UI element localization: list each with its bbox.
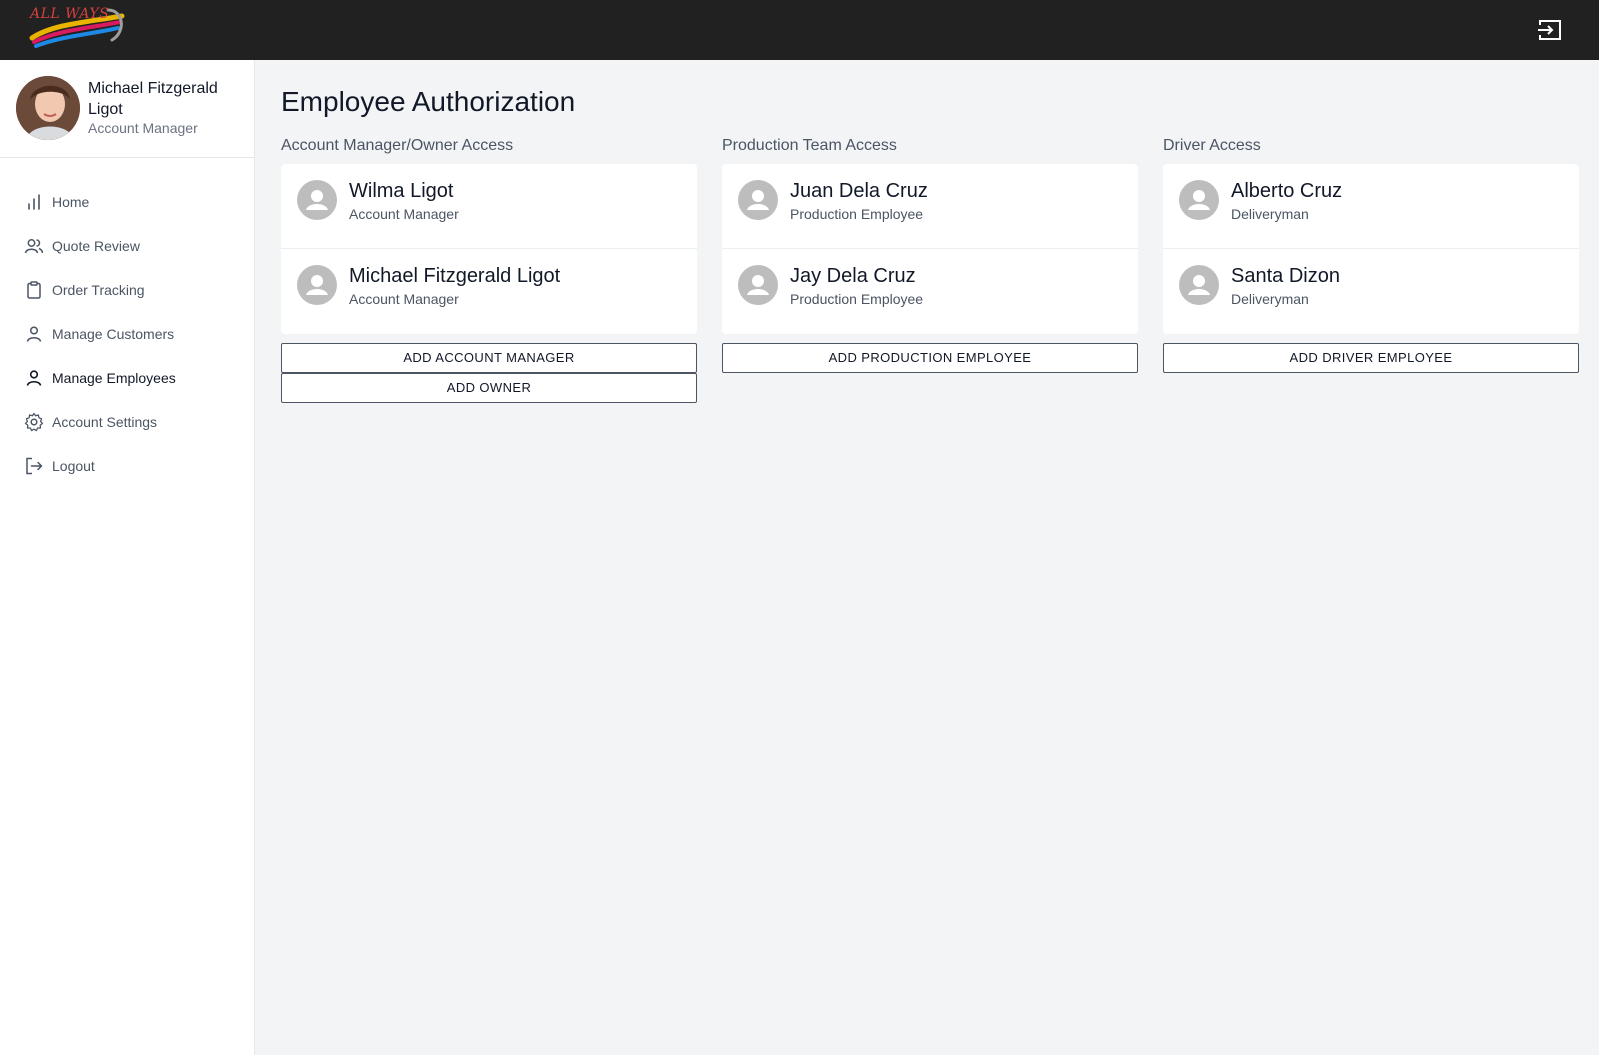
employee-role: Deliveryman: [1231, 291, 1309, 307]
user-icon: [24, 324, 44, 344]
avatar-placeholder-icon: [1179, 265, 1219, 305]
clipboard-icon: [24, 280, 44, 300]
user-icon: [24, 368, 44, 388]
sidebar-item-quote-review[interactable]: Quote Review: [0, 224, 254, 268]
logout-icon: [24, 456, 44, 476]
avatar-placeholder-icon: [738, 265, 778, 305]
group-title: Production Team Access: [722, 137, 897, 154]
avatar-placeholder-icon: [738, 180, 778, 220]
employee-card[interactable]: Michael Fitzgerald Ligot Account Manager: [281, 249, 697, 334]
employee-card[interactable]: Santa Dizon Deliveryman: [1163, 249, 1579, 334]
user-profile: Michael Fitzgerald Ligot Account Manager: [0, 60, 254, 158]
add-owner-button[interactable]: ADD OWNER: [281, 373, 697, 403]
user-name: Michael Fitzgerald Ligot: [88, 80, 218, 118]
sidebar-item-order-tracking[interactable]: Order Tracking: [0, 268, 254, 312]
employee-role: Account Manager: [349, 291, 459, 307]
sidebar-nav: Home Quote Review Order Tracking Manage …: [0, 180, 254, 488]
employee-name: Wilma Ligot: [349, 180, 454, 202]
sidebar: Michael Fitzgerald Ligot Account Manager…: [0, 60, 255, 1055]
employee-role: Production Employee: [790, 291, 924, 307]
user-role: Account Manager: [88, 120, 198, 136]
employee-role: Production Employee: [790, 206, 924, 222]
avatar-placeholder-icon: [1179, 180, 1219, 220]
employee-list: Alberto Cruz Deliveryman Santa Dizon Del…: [1163, 164, 1579, 334]
brand-logo[interactable]: ALL WAYS: [28, 4, 128, 50]
sidebar-item-label: Logout: [52, 458, 95, 474]
employee-name: Jay Dela Cruz: [790, 265, 916, 287]
sidebar-item-home[interactable]: Home: [0, 180, 254, 224]
avatar: [16, 76, 80, 140]
access-group-driver: Driver Access Alberto Cruz Deliveryman S…: [1163, 136, 1579, 373]
employee-card[interactable]: Wilma Ligot Account Manager: [281, 164, 697, 249]
employee-list: Wilma Ligot Account Manager Michael Fitz…: [281, 164, 697, 334]
login-icon-button[interactable]: [1537, 18, 1563, 42]
logo-text: ALL WAYS: [30, 6, 110, 22]
sidebar-item-logout[interactable]: Logout: [0, 444, 254, 488]
bar-chart-icon: [24, 192, 44, 212]
group-title: Driver Access: [1163, 137, 1261, 154]
add-production-employee-button[interactable]: ADD PRODUCTION EMPLOYEE: [722, 343, 1138, 373]
employee-name: Michael Fitzgerald Ligot: [349, 265, 561, 287]
employee-list: Juan Dela Cruz Production Employee Jay D…: [722, 164, 1138, 334]
add-account-manager-button[interactable]: ADD ACCOUNT MANAGER: [281, 343, 697, 373]
sidebar-item-label: Home: [52, 194, 90, 210]
top-app-bar: ALL WAYS: [0, 0, 1599, 60]
employee-name: Alberto Cruz: [1231, 180, 1343, 202]
sidebar-item-account-settings[interactable]: Account Settings: [0, 400, 254, 444]
employee-card[interactable]: Juan Dela Cruz Production Employee: [722, 164, 1138, 249]
add-driver-employee-button[interactable]: ADD DRIVER EMPLOYEE: [1163, 343, 1579, 373]
access-group-production-team: Production Team Access Juan Dela Cruz Pr…: [722, 136, 1138, 373]
employee-role: Deliveryman: [1231, 206, 1309, 222]
employee-card[interactable]: Jay Dela Cruz Production Employee: [722, 249, 1138, 334]
login-icon: [1538, 20, 1561, 40]
access-group-account-manager-owner: Account Manager/Owner Access Wilma Ligot…: [281, 136, 697, 403]
sidebar-item-label: Manage Customers: [52, 326, 175, 342]
avatar-placeholder-icon: [297, 265, 337, 305]
sidebar-item-manage-customers[interactable]: Manage Customers: [0, 312, 254, 356]
avatar-placeholder-icon: [297, 180, 337, 220]
employee-card[interactable]: Alberto Cruz Deliveryman: [1163, 164, 1579, 249]
sidebar-item-manage-employees[interactable]: Manage Employees: [0, 356, 254, 400]
sidebar-item-label: Order Tracking: [52, 282, 145, 298]
gear-icon: [24, 412, 44, 432]
sidebar-item-label: Quote Review: [52, 238, 140, 254]
employee-name: Juan Dela Cruz: [790, 180, 928, 202]
users-icon: [24, 236, 44, 256]
group-title: Account Manager/Owner Access: [281, 137, 514, 154]
page-title: Employee Authorization: [281, 86, 576, 117]
sidebar-item-label: Account Settings: [52, 414, 158, 430]
sidebar-item-label: Manage Employees: [52, 370, 176, 386]
employee-name: Santa Dizon: [1231, 265, 1340, 287]
employee-role: Account Manager: [349, 206, 459, 222]
